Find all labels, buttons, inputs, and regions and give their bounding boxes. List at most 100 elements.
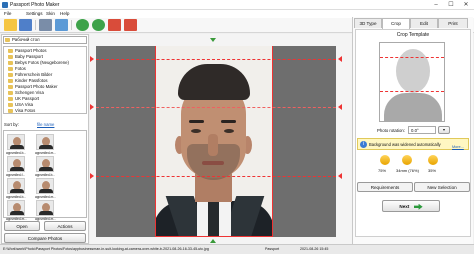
minimize-button[interactable]: – — [430, 1, 442, 9]
folder-icon — [8, 67, 13, 71]
tree-item[interactable]: Kinder Passfotos — [15, 78, 47, 83]
photo-brow — [221, 120, 236, 123]
redo-icon[interactable] — [124, 19, 137, 31]
crop-guide-right[interactable] — [272, 46, 273, 237]
app-icon — [2, 2, 8, 8]
thumbnail[interactable] — [7, 156, 25, 172]
tree-item[interactable]: Baby Passport — [15, 54, 43, 59]
folder-open-icon[interactable] — [4, 19, 17, 31]
template-head — [396, 49, 430, 93]
photo-eye — [191, 129, 201, 133]
folder-icon — [8, 103, 13, 107]
crop-template-title: Crop Template — [396, 32, 430, 38]
new-selection-button[interactable]: New Selection — [414, 182, 470, 192]
thumbnail[interactable] — [7, 134, 25, 150]
thumbnail-caption: appsmiled-b... — [6, 195, 27, 199]
print-preview-icon[interactable] — [55, 19, 68, 31]
thumbnail-list[interactable]: appsmiled-b... appsmiled-m... appsmiled-… — [3, 130, 87, 221]
tree-item[interactable]: UK Passport — [15, 96, 39, 101]
thumbnail[interactable] — [36, 156, 54, 172]
crop-guide-top[interactable] — [96, 59, 336, 60]
rotate-left-icon[interactable] — [76, 19, 89, 31]
folder-icon — [8, 79, 13, 83]
zoom-icon — [380, 155, 390, 165]
tree-item[interactable]: Führerschein Bilder — [15, 72, 52, 77]
compare-photos-button[interactable]: Compare Photos — [4, 233, 86, 243]
open-button[interactable]: Open — [4, 221, 40, 231]
crop-template-preview[interactable] — [379, 42, 445, 122]
menu-file[interactable]: File — [4, 11, 11, 16]
guide-handle-icon[interactable] — [90, 173, 94, 179]
folder-icon — [5, 38, 10, 42]
tab-3d-type[interactable]: 3D Type — [354, 18, 382, 28]
photo-eye — [224, 129, 234, 133]
tree-item[interactable]: Fotos — [15, 66, 26, 71]
photo-mouth — [202, 161, 224, 165]
guide-handle-icon[interactable] — [338, 56, 342, 62]
tree-item[interactable]: USA Visa — [15, 102, 33, 107]
guide-handle-icon[interactable] — [90, 104, 94, 110]
photo-rotation-label: Photo rotation: — [377, 128, 405, 133]
folder-tree[interactable]: Passport Photos Baby Passport Bebys Foto… — [3, 46, 87, 114]
menu-help[interactable]: Help — [60, 11, 69, 16]
head-value: 35% — [428, 168, 437, 173]
eye-line-guide[interactable] — [96, 107, 336, 108]
thumbnail[interactable] — [36, 134, 54, 150]
folder-icon — [8, 73, 13, 77]
toolbar-separator — [35, 20, 36, 30]
menu-skin[interactable]: Skin — [46, 11, 55, 16]
thumbnail-caption: appsmiled-b... — [6, 151, 27, 155]
thumbnail-caption: appsmiled-m... — [35, 151, 56, 155]
rotate-right-icon[interactable] — [92, 19, 105, 31]
thumbnail[interactable] — [36, 178, 54, 194]
crop-guide-left[interactable] — [155, 46, 156, 237]
folder-icon — [8, 109, 13, 113]
thumbnail-caption: appsmiled-b... — [35, 173, 56, 177]
tree-item[interactable]: Visa Fotos — [15, 108, 35, 113]
guide-handle-icon[interactable] — [338, 104, 342, 110]
sort-label: Sort by: — [4, 122, 19, 127]
next-button[interactable]: Next — [382, 200, 440, 212]
close-button[interactable]: ✕ — [460, 1, 472, 9]
center-handle-icon[interactable] — [210, 38, 216, 42]
folder-icon — [8, 85, 13, 89]
chin-line-guide[interactable] — [96, 176, 336, 177]
save-icon[interactable] — [19, 19, 32, 31]
tab-edit[interactable]: Edit — [410, 18, 438, 28]
rotation-stepper[interactable]: ▾ — [438, 126, 450, 134]
thumbnail[interactable] — [36, 200, 54, 216]
folder-icon — [8, 61, 13, 65]
passport-photo[interactable] — [155, 46, 272, 237]
center-handle-icon[interactable] — [210, 239, 216, 243]
folder-icon — [8, 55, 13, 59]
zoom-value: 75% — [378, 168, 387, 173]
maximize-button[interactable]: ☐ — [445, 1, 457, 9]
info-more-link[interactable]: More... — [452, 145, 464, 149]
thumbnail[interactable] — [7, 200, 25, 216]
info-bar: i Background was widened automatically M… — [357, 138, 469, 150]
guide-handle-icon[interactable] — [338, 173, 342, 179]
requirements-button[interactable]: Requirements — [357, 182, 413, 192]
actions-button[interactable]: Actions — [44, 221, 86, 231]
tab-crop[interactable]: Crop — [382, 18, 410, 29]
thumbnail[interactable] — [7, 178, 25, 194]
size-icon — [402, 155, 412, 165]
print-icon[interactable] — [39, 19, 52, 31]
status-type: Passport — [265, 247, 280, 251]
window-title: Passport Photo Maker — [10, 2, 60, 8]
sort-link[interactable]: file name — [37, 122, 54, 127]
guide-handle-icon[interactable] — [90, 56, 94, 62]
crop-guide-bottom[interactable] — [155, 236, 272, 237]
menu-settings[interactable]: Settings — [26, 11, 43, 16]
tree-item[interactable]: Passport Photo Maker — [15, 84, 58, 89]
folder-icon — [8, 49, 13, 53]
tree-item[interactable]: Passport Photos — [15, 48, 47, 53]
tree-item[interactable]: Bebys Fotos (Neugeborene) — [15, 60, 69, 65]
tree-item[interactable]: Schengen Visa — [15, 90, 44, 95]
template-shoulders — [384, 93, 442, 122]
undo-icon[interactable] — [108, 19, 121, 31]
tab-print[interactable]: Print — [438, 18, 468, 28]
folder-selector[interactable]: Рабочий стол — [3, 36, 87, 44]
info-text: Background was widened automatically — [369, 142, 441, 147]
photo-rotation-input[interactable]: 0.0° — [408, 126, 436, 134]
